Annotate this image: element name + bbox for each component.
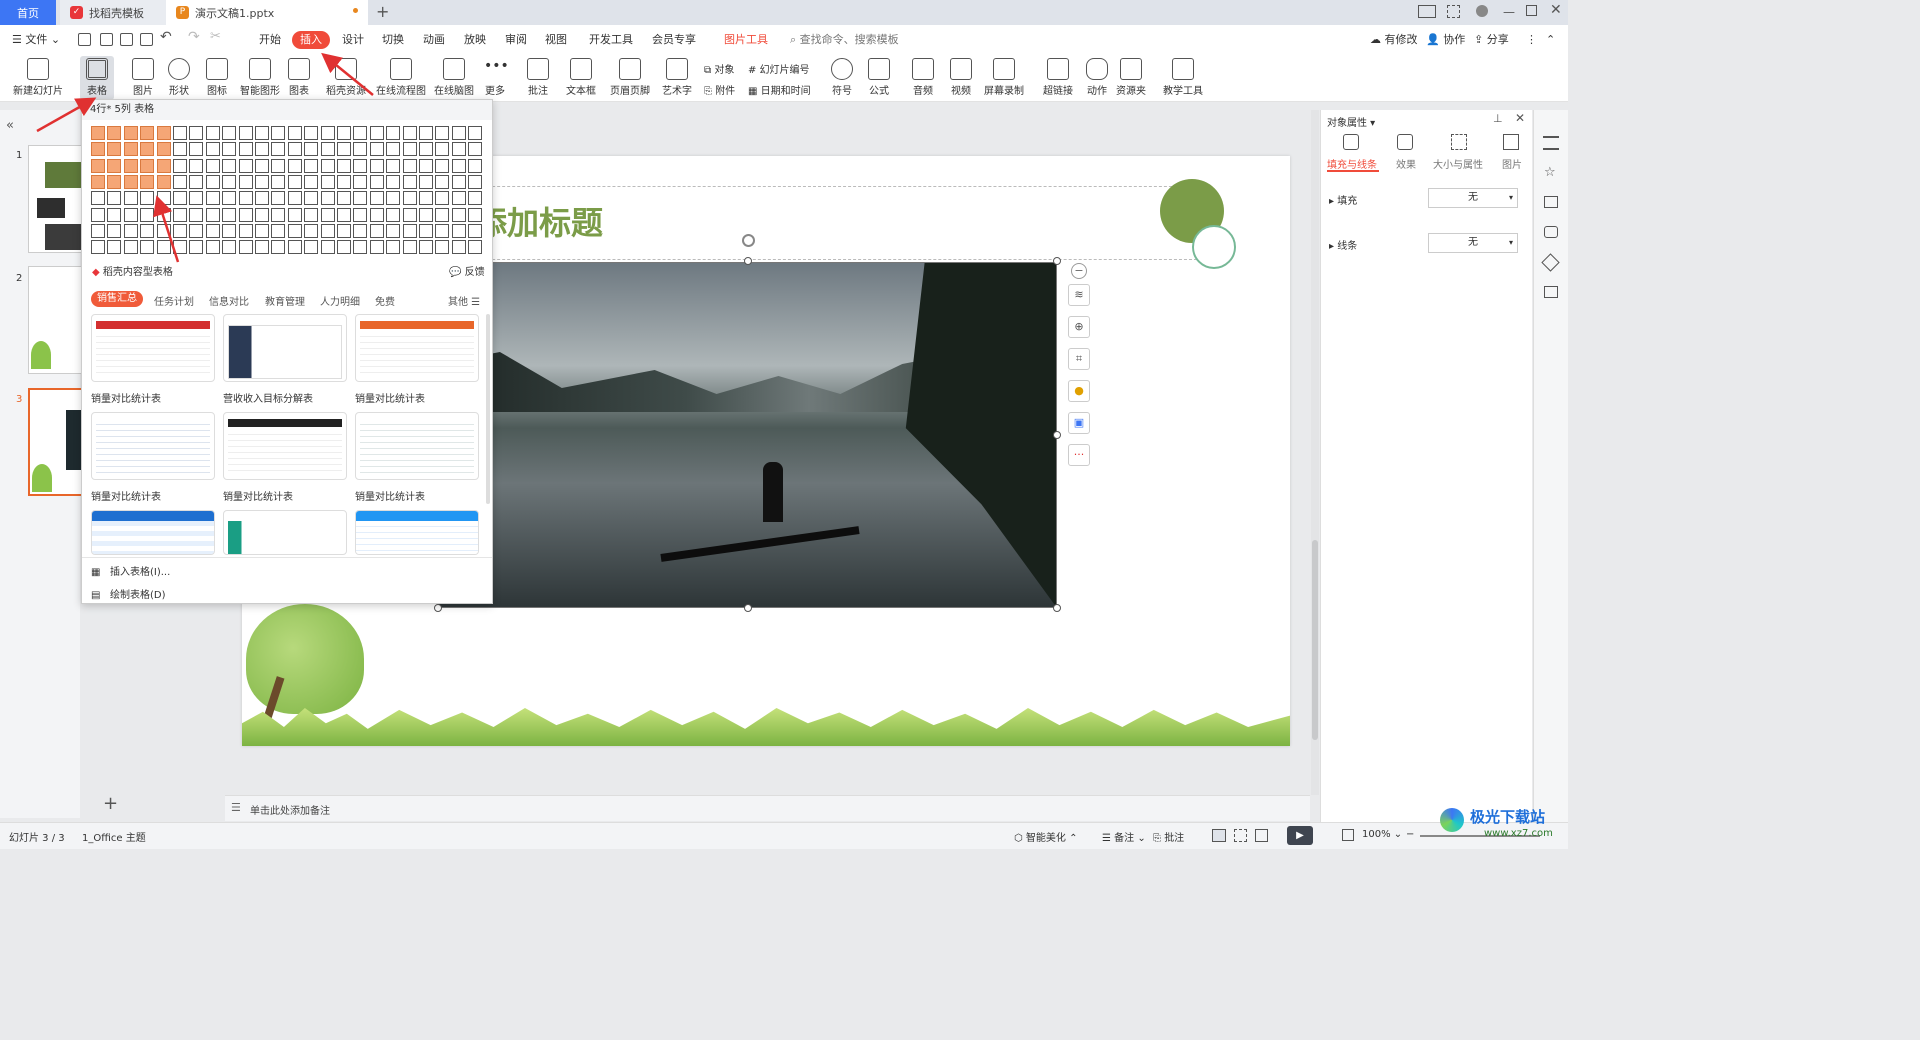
- arrow-to-table: [36, 97, 97, 133]
- annotation-arrows: [36, 52, 374, 263]
- arrow-to-grid: [153, 195, 180, 263]
- arrow-to-insert-tab: [321, 52, 374, 96]
